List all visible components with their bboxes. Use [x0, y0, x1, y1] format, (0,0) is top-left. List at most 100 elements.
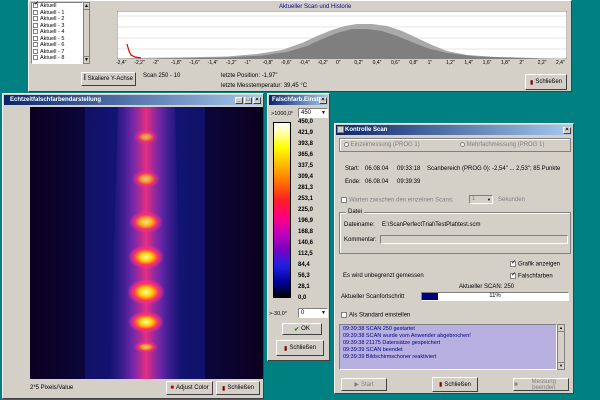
checkbox-icon[interactable]: [33, 22, 38, 28]
progress-text: 11%: [489, 293, 501, 299]
control-window: Kontrolle Scan × Einzelmessung (PROG 1) …: [334, 123, 574, 394]
scan-history-chart: [117, 11, 567, 59]
close-x-button[interactable]: ×: [253, 97, 261, 104]
checkbox-icon[interactable]: [33, 55, 38, 61]
end-time: 09:39:39: [397, 179, 421, 185]
comment-field[interactable]: [380, 235, 568, 244]
maximize-button[interactable]: □: [244, 97, 252, 104]
max-value: 450: [301, 110, 312, 116]
exit-door-icon: ▮: [439, 382, 443, 388]
channel-label: Aktuell - 5: [40, 35, 65, 42]
checkbox-icon[interactable]: [33, 16, 38, 22]
x-tick-label: 1,4": [464, 60, 474, 66]
min-value: 0: [301, 310, 305, 316]
minimize-button[interactable]: _: [235, 97, 243, 104]
window-title: Echtzeitfalschfarbendarstellung: [10, 97, 102, 103]
start-date: 06.08.04: [365, 166, 389, 172]
x-tick-label: 1,2": [446, 60, 455, 66]
single-measure-radio[interactable]: Einzelmessung (PROG 1): [344, 142, 420, 148]
falsecolor-titlebar: Echtzeitfalschfarbendarstellung _ □ ×: [4, 95, 262, 105]
wait-label: Warten zwischen den einzelnen Scans:: [349, 197, 454, 204]
filename-value: E:\ScanPerfectTrial\TestPlat\test.scm: [382, 222, 481, 228]
default-checkbox[interactable]: Als Standard einstellen: [341, 312, 410, 319]
channel-label: Aktuell - 1: [40, 9, 65, 16]
scan-range: Scanbereich (PROG 0): -2,54" ... 2,53"; …: [427, 166, 561, 172]
min-value-select[interactable]: 0 ▼: [298, 308, 328, 318]
channel-label: Aktuell - 6: [40, 42, 65, 48]
ok-button[interactable]: ✔ OK: [282, 323, 322, 335]
channel-label: Aktuell - 8: [40, 55, 65, 61]
false-color-image: [30, 107, 263, 379]
color-scale-bar: [273, 122, 291, 298]
falsecolor-window: Echtzeitfalschfarbendarstellung _ □ × 2*…: [2, 93, 264, 399]
x-tick-label: -2,2": [134, 60, 145, 66]
x-tick-label: -1,2": [226, 60, 237, 66]
checkbox-icon[interactable]: [33, 48, 38, 54]
scale-label: 0,0: [298, 295, 307, 301]
falsecolor-close-button[interactable]: ▮ Schließen: [216, 381, 260, 395]
progress-label: Aktueller Scanfortschritt: [341, 294, 405, 300]
scale-label: 56,3: [298, 273, 310, 279]
close-label: Schließen: [535, 79, 562, 85]
file-group-label: Datei: [346, 209, 365, 215]
scale-label: 196,9: [298, 218, 314, 224]
multi-measure-radio[interactable]: Mehrfachmessung (PROG 1): [460, 142, 544, 148]
scale-y-axis-button[interactable]: Ǐ Skaliere Y-Achse: [81, 72, 136, 86]
control-close-button[interactable]: ▮ Schließen: [432, 377, 478, 392]
window-title: Kontrolle Scan: [345, 127, 388, 133]
axis-icon: Ǐ: [83, 76, 86, 82]
scale-titlebar: Falschfarb.Einst. ×: [269, 95, 328, 105]
max-value-select[interactable]: 450 ▼: [298, 108, 328, 118]
end-label: Ende:: [345, 179, 361, 185]
wait-value: 1: [472, 196, 476, 202]
x-tick-label: -2,4": [116, 60, 127, 66]
control-titlebar: Kontrolle Scan ×: [336, 125, 572, 135]
scale-close-button[interactable]: ▮ Schließen: [276, 340, 324, 356]
max-label: >1000,0°: [271, 111, 294, 117]
channel-label: Aktuell - 3: [40, 22, 65, 29]
checkbox-icon[interactable]: [33, 29, 38, 35]
x-tick-label: -1,8": [171, 60, 182, 66]
scale-label: 393,8: [298, 141, 314, 147]
wait-input[interactable]: 1 ▼: [469, 195, 493, 204]
checkbox-icon[interactable]: [33, 1, 39, 9]
channel-list[interactable]: AktuellAktuell - 1Aktuell - 2Aktuell - 3…: [31, 1, 83, 64]
history-close-button[interactable]: ▮ Schließen: [525, 74, 567, 90]
start-label: Start: [360, 381, 374, 388]
x-tick-label: -2": [152, 60, 159, 66]
scale-label: 337,5: [298, 163, 314, 169]
show-graph-checkbox[interactable]: Grafik anzeigen: [510, 259, 560, 268]
log-list[interactable]: 09:39:38 SCAN 250 gestartet 09:39:38 SCAN…: [339, 324, 557, 370]
close-label: Schließen: [227, 385, 254, 391]
adjust-color-button[interactable]: ■ Adjust Color: [166, 381, 213, 395]
start-label: Start:: [345, 166, 360, 172]
close-x-button[interactable]: ×: [563, 127, 571, 134]
close-label: Schließen: [444, 381, 471, 388]
x-tick-label: 1,6": [482, 60, 492, 66]
x-tick-label: -0,4": [299, 60, 310, 66]
scale-label: 28,1: [298, 284, 310, 290]
wait-checkbox[interactable]: Warten zwischen den einzelnen Scans:: [341, 197, 454, 204]
history-window: AktuellAktuell - 1Aktuell - 2Aktuell - 3…: [28, 0, 572, 92]
channel-label: Aktuell - 7: [40, 48, 65, 55]
start-button[interactable]: ▶ Start: [341, 378, 387, 391]
stop-measure-button[interactable]: ■ Messung beenden: [513, 378, 569, 391]
scale-label: 112,5: [298, 251, 313, 257]
status-text: Es wird unbegrenzt gemessen: [343, 273, 424, 279]
x-tick-label: -0,6": [281, 60, 292, 66]
checkbox-icon[interactable]: [33, 9, 38, 15]
palette-icon: ■: [170, 385, 174, 391]
chevron-down-icon: ▼: [487, 197, 491, 202]
x-tick-label: 0,8": [409, 60, 419, 66]
channel-label: Aktuell: [40, 3, 57, 9]
checkbox-icon[interactable]: [33, 35, 38, 41]
close-x-button[interactable]: ×: [319, 97, 327, 104]
channel-scrollbar[interactable]: ▲ ▼: [83, 2, 90, 64]
channel-item[interactable]: Aktuell - 8: [33, 55, 82, 62]
checkbox-icon[interactable]: [33, 42, 38, 48]
scale-label: 168,8: [298, 229, 314, 235]
x-tick-label: 2": [519, 60, 524, 66]
log-scrollbar[interactable]: ▲ ▼: [557, 324, 565, 370]
false-colors-checkbox[interactable]: Falschfarben: [510, 271, 553, 280]
last-position: letzte Position: -1,97": [221, 73, 278, 79]
